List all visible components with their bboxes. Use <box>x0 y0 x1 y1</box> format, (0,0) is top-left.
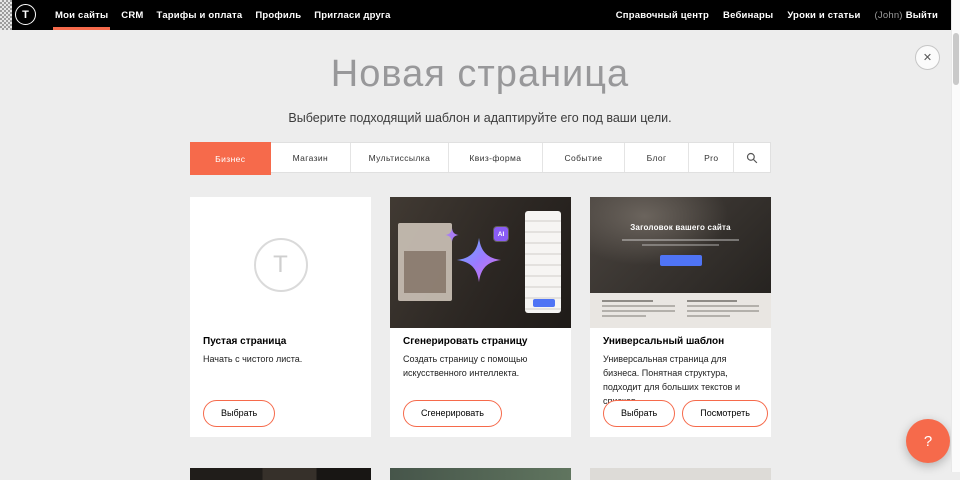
user-name: (John) <box>875 10 903 21</box>
preview-settings-panel <box>525 211 561 313</box>
card-universal-template: Заголовок вашего сайта Универсальный шаб… <box>590 197 771 437</box>
topbar-main-menu: Мои сайты CRM Тарифы и оплата Профиль Пр… <box>55 0 391 30</box>
card-actions: Сгенерировать <box>403 400 502 427</box>
tab-blog[interactable]: Блог <box>625 143 690 172</box>
tilda-mark-icon: T <box>254 238 308 292</box>
preview-text-line <box>622 239 739 241</box>
logout-link[interactable]: (John) Выйти <box>875 0 938 30</box>
menu-crm[interactable]: CRM <box>121 0 143 30</box>
tilda-mark-letter: T <box>273 251 288 279</box>
card-actions: Выбрать <box>203 400 275 427</box>
choose-blank-button[interactable]: Выбрать <box>203 400 275 427</box>
preview-blue-chip <box>533 299 555 307</box>
preview-photo-block <box>398 223 452 301</box>
help-button[interactable]: ? <box>906 419 950 463</box>
menu-webinars[interactable]: Вебинары <box>723 0 773 30</box>
tilda-logo[interactable]: T <box>15 4 36 25</box>
universal-preview-image[interactable]: Заголовок вашего сайта <box>590 197 771 328</box>
page-subtitle: Выберите подходящий шаблон и адаптируйте… <box>0 111 960 125</box>
choose-universal-button[interactable]: Выбрать <box>603 400 675 427</box>
tab-shop[interactable]: Магазин <box>271 143 352 172</box>
template-card-partial[interactable] <box>190 468 371 480</box>
sparkle-big-icon <box>456 237 502 283</box>
tab-multilink[interactable]: Мультиссылка <box>351 143 449 172</box>
generate-button[interactable]: Сгенерировать <box>403 400 502 427</box>
card-title: Универсальный шаблон <box>603 336 758 347</box>
tab-search[interactable] <box>734 143 770 172</box>
tilda-logo-letter: T <box>22 9 29 21</box>
card-title: Сгенерировать страницу <box>403 336 558 347</box>
scrollbar[interactable] <box>951 0 960 472</box>
ai-preview-image[interactable]: AI <box>390 197 571 328</box>
menu-help-center[interactable]: Справочный центр <box>616 0 709 30</box>
preview-text-section <box>590 293 771 328</box>
menu-tariffs[interactable]: Тарифы и оплата <box>157 0 243 30</box>
menu-invite-friend[interactable]: Пригласи друга <box>314 0 390 30</box>
card-description: Начать с чистого листа. <box>203 353 355 367</box>
scrollbar-thumb[interactable] <box>953 33 959 85</box>
tab-quiz-form[interactable]: Квиз-форма <box>449 143 544 172</box>
card-description: Создать страницу с помощью искусственног… <box>403 353 555 381</box>
preview-universal-button[interactable]: Посмотреть <box>682 400 768 427</box>
preview-hero-heading: Заголовок вашего сайта <box>590 223 771 232</box>
tab-event[interactable]: Событие <box>543 143 625 172</box>
preview-text-column <box>602 300 675 321</box>
preview-hero-section: Заголовок вашего сайта <box>590 197 771 293</box>
menu-lessons[interactable]: Уроки и статьи <box>787 0 860 30</box>
card-actions: Выбрать Посмотреть <box>603 400 768 427</box>
preview-cta-button <box>660 255 702 266</box>
close-button[interactable]: ✕ <box>915 45 940 70</box>
tab-pro[interactable]: Pro <box>689 143 734 172</box>
menu-profile[interactable]: Профиль <box>255 0 301 30</box>
preview-text-line <box>642 244 719 246</box>
card-ai-generate: AI Сгенерировать страницу Создать страни… <box>390 197 571 437</box>
page-title: Новая страница <box>0 53 960 96</box>
menu-my-sites[interactable]: Мои сайты <box>55 0 108 30</box>
template-card-partial[interactable] <box>390 468 571 480</box>
corner-texture <box>0 0 12 30</box>
question-icon: ? <box>924 433 932 450</box>
template-card-partial[interactable] <box>590 468 771 480</box>
card-title: Пустая страница <box>203 336 358 347</box>
topbar: T Мои сайты CRM Тарифы и оплата Профиль … <box>0 0 960 30</box>
preview-text-column <box>687 300 760 321</box>
logout-label: Выйти <box>906 10 938 21</box>
search-icon <box>746 152 758 164</box>
topbar-secondary-menu: Справочный центр Вебинары Уроки и статьи… <box>616 0 938 30</box>
close-icon: ✕ <box>923 51 932 64</box>
tab-business[interactable]: Бизнес <box>190 142 271 175</box>
ai-badge: AI <box>494 227 508 241</box>
card-blank-page: T Пустая страница Начать с чистого листа… <box>190 197 371 437</box>
template-category-tabs: Бизнес Магазин Мультиссылка Квиз-форма С… <box>190 142 771 173</box>
